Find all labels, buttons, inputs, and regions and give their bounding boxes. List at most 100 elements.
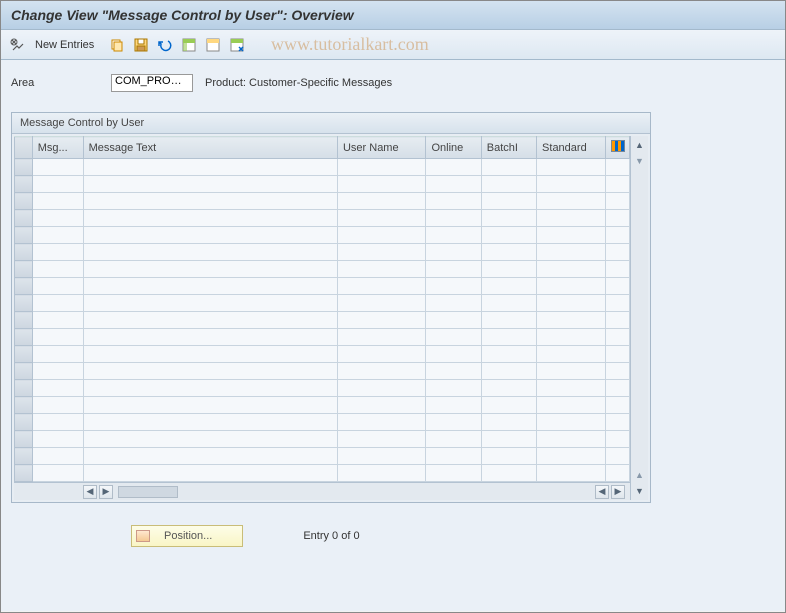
table-cell[interactable] — [605, 295, 629, 312]
table-cell[interactable] — [605, 329, 629, 346]
table-cell[interactable] — [32, 159, 83, 176]
table-cell[interactable] — [426, 261, 481, 278]
table-cell[interactable] — [481, 346, 536, 363]
col-online[interactable]: Online — [426, 137, 481, 159]
col-standard[interactable]: Standard — [537, 137, 606, 159]
col-msg[interactable]: Msg... — [32, 137, 83, 159]
table-cell[interactable] — [83, 448, 337, 465]
table-cell[interactable] — [337, 431, 425, 448]
row-selector[interactable] — [15, 278, 33, 295]
row-selector[interactable] — [15, 346, 33, 363]
table-cell[interactable] — [337, 278, 425, 295]
table-cell[interactable] — [537, 465, 606, 482]
table-row[interactable] — [15, 210, 630, 227]
table-cell[interactable] — [426, 312, 481, 329]
table-cell[interactable] — [337, 346, 425, 363]
table-cell[interactable] — [537, 397, 606, 414]
toggle-icon[interactable] — [7, 34, 29, 56]
table-cell[interactable] — [481, 278, 536, 295]
table-cell[interactable] — [337, 244, 425, 261]
table-cell[interactable] — [605, 312, 629, 329]
table-cell[interactable] — [426, 176, 481, 193]
table-cell[interactable] — [337, 363, 425, 380]
configure-columns-button[interactable] — [605, 137, 629, 159]
table-cell[interactable] — [481, 244, 536, 261]
area-input[interactable]: COM_PRO… — [111, 74, 193, 92]
table-cell[interactable] — [83, 397, 337, 414]
table-cell[interactable] — [337, 465, 425, 482]
table-cell[interactable] — [605, 448, 629, 465]
table-cell[interactable] — [537, 448, 606, 465]
table-cell[interactable] — [605, 227, 629, 244]
row-selector[interactable] — [15, 193, 33, 210]
col-message-text[interactable]: Message Text — [83, 137, 337, 159]
table-cell[interactable] — [337, 397, 425, 414]
row-selector[interactable] — [15, 312, 33, 329]
table-cell[interactable] — [537, 380, 606, 397]
table-cell[interactable] — [537, 363, 606, 380]
table-cell[interactable] — [537, 193, 606, 210]
table-row[interactable] — [15, 380, 630, 397]
table-cell[interactable] — [337, 176, 425, 193]
table-cell[interactable] — [426, 159, 481, 176]
vscroll-up2-icon[interactable]: ▼ — [633, 154, 647, 168]
table-cell[interactable] — [537, 295, 606, 312]
table-cell[interactable] — [83, 465, 337, 482]
table-cell[interactable] — [83, 380, 337, 397]
table-cell[interactable] — [337, 193, 425, 210]
position-button[interactable]: Position... — [131, 525, 243, 547]
table-cell[interactable] — [481, 295, 536, 312]
row-selector[interactable] — [15, 159, 33, 176]
row-selector[interactable] — [15, 414, 33, 431]
row-selector[interactable] — [15, 244, 33, 261]
table-cell[interactable] — [337, 261, 425, 278]
table-row[interactable] — [15, 465, 630, 482]
table-cell[interactable] — [337, 210, 425, 227]
table-cell[interactable] — [426, 278, 481, 295]
table-cell[interactable] — [32, 465, 83, 482]
table-cell[interactable] — [32, 380, 83, 397]
table-cell[interactable] — [605, 380, 629, 397]
table-row[interactable] — [15, 261, 630, 278]
table-cell[interactable] — [426, 193, 481, 210]
table-cell[interactable] — [426, 227, 481, 244]
table-cell[interactable] — [32, 244, 83, 261]
table-row[interactable] — [15, 295, 630, 312]
table-row[interactable] — [15, 397, 630, 414]
table-cell[interactable] — [426, 363, 481, 380]
table-cell[interactable] — [481, 176, 536, 193]
select-block-icon[interactable] — [202, 34, 224, 56]
table-cell[interactable] — [83, 431, 337, 448]
table-cell[interactable] — [537, 227, 606, 244]
table-cell[interactable] — [337, 329, 425, 346]
row-selector[interactable] — [15, 295, 33, 312]
row-selector[interactable] — [15, 176, 33, 193]
table-cell[interactable] — [537, 159, 606, 176]
table-cell[interactable] — [32, 210, 83, 227]
table-cell[interactable] — [537, 278, 606, 295]
table-cell[interactable] — [537, 312, 606, 329]
table-cell[interactable] — [337, 380, 425, 397]
vscroll-up-icon[interactable]: ▲ — [633, 138, 647, 152]
table-cell[interactable] — [83, 159, 337, 176]
table-cell[interactable] — [481, 465, 536, 482]
table-cell[interactable] — [83, 244, 337, 261]
table-row[interactable] — [15, 414, 630, 431]
table-cell[interactable] — [605, 431, 629, 448]
table-cell[interactable] — [537, 244, 606, 261]
table-cell[interactable] — [426, 380, 481, 397]
table-cell[interactable] — [337, 414, 425, 431]
table-row[interactable] — [15, 346, 630, 363]
deselect-all-icon[interactable] — [226, 34, 248, 56]
table-cell[interactable] — [32, 278, 83, 295]
table-row[interactable] — [15, 278, 630, 295]
table-cell[interactable] — [605, 397, 629, 414]
table-cell[interactable] — [605, 244, 629, 261]
table-cell[interactable] — [337, 295, 425, 312]
table-cell[interactable] — [537, 329, 606, 346]
row-selector[interactable] — [15, 227, 33, 244]
table-cell[interactable] — [426, 210, 481, 227]
row-selector[interactable] — [15, 397, 33, 414]
save-icon[interactable] — [130, 34, 152, 56]
table-cell[interactable] — [83, 261, 337, 278]
